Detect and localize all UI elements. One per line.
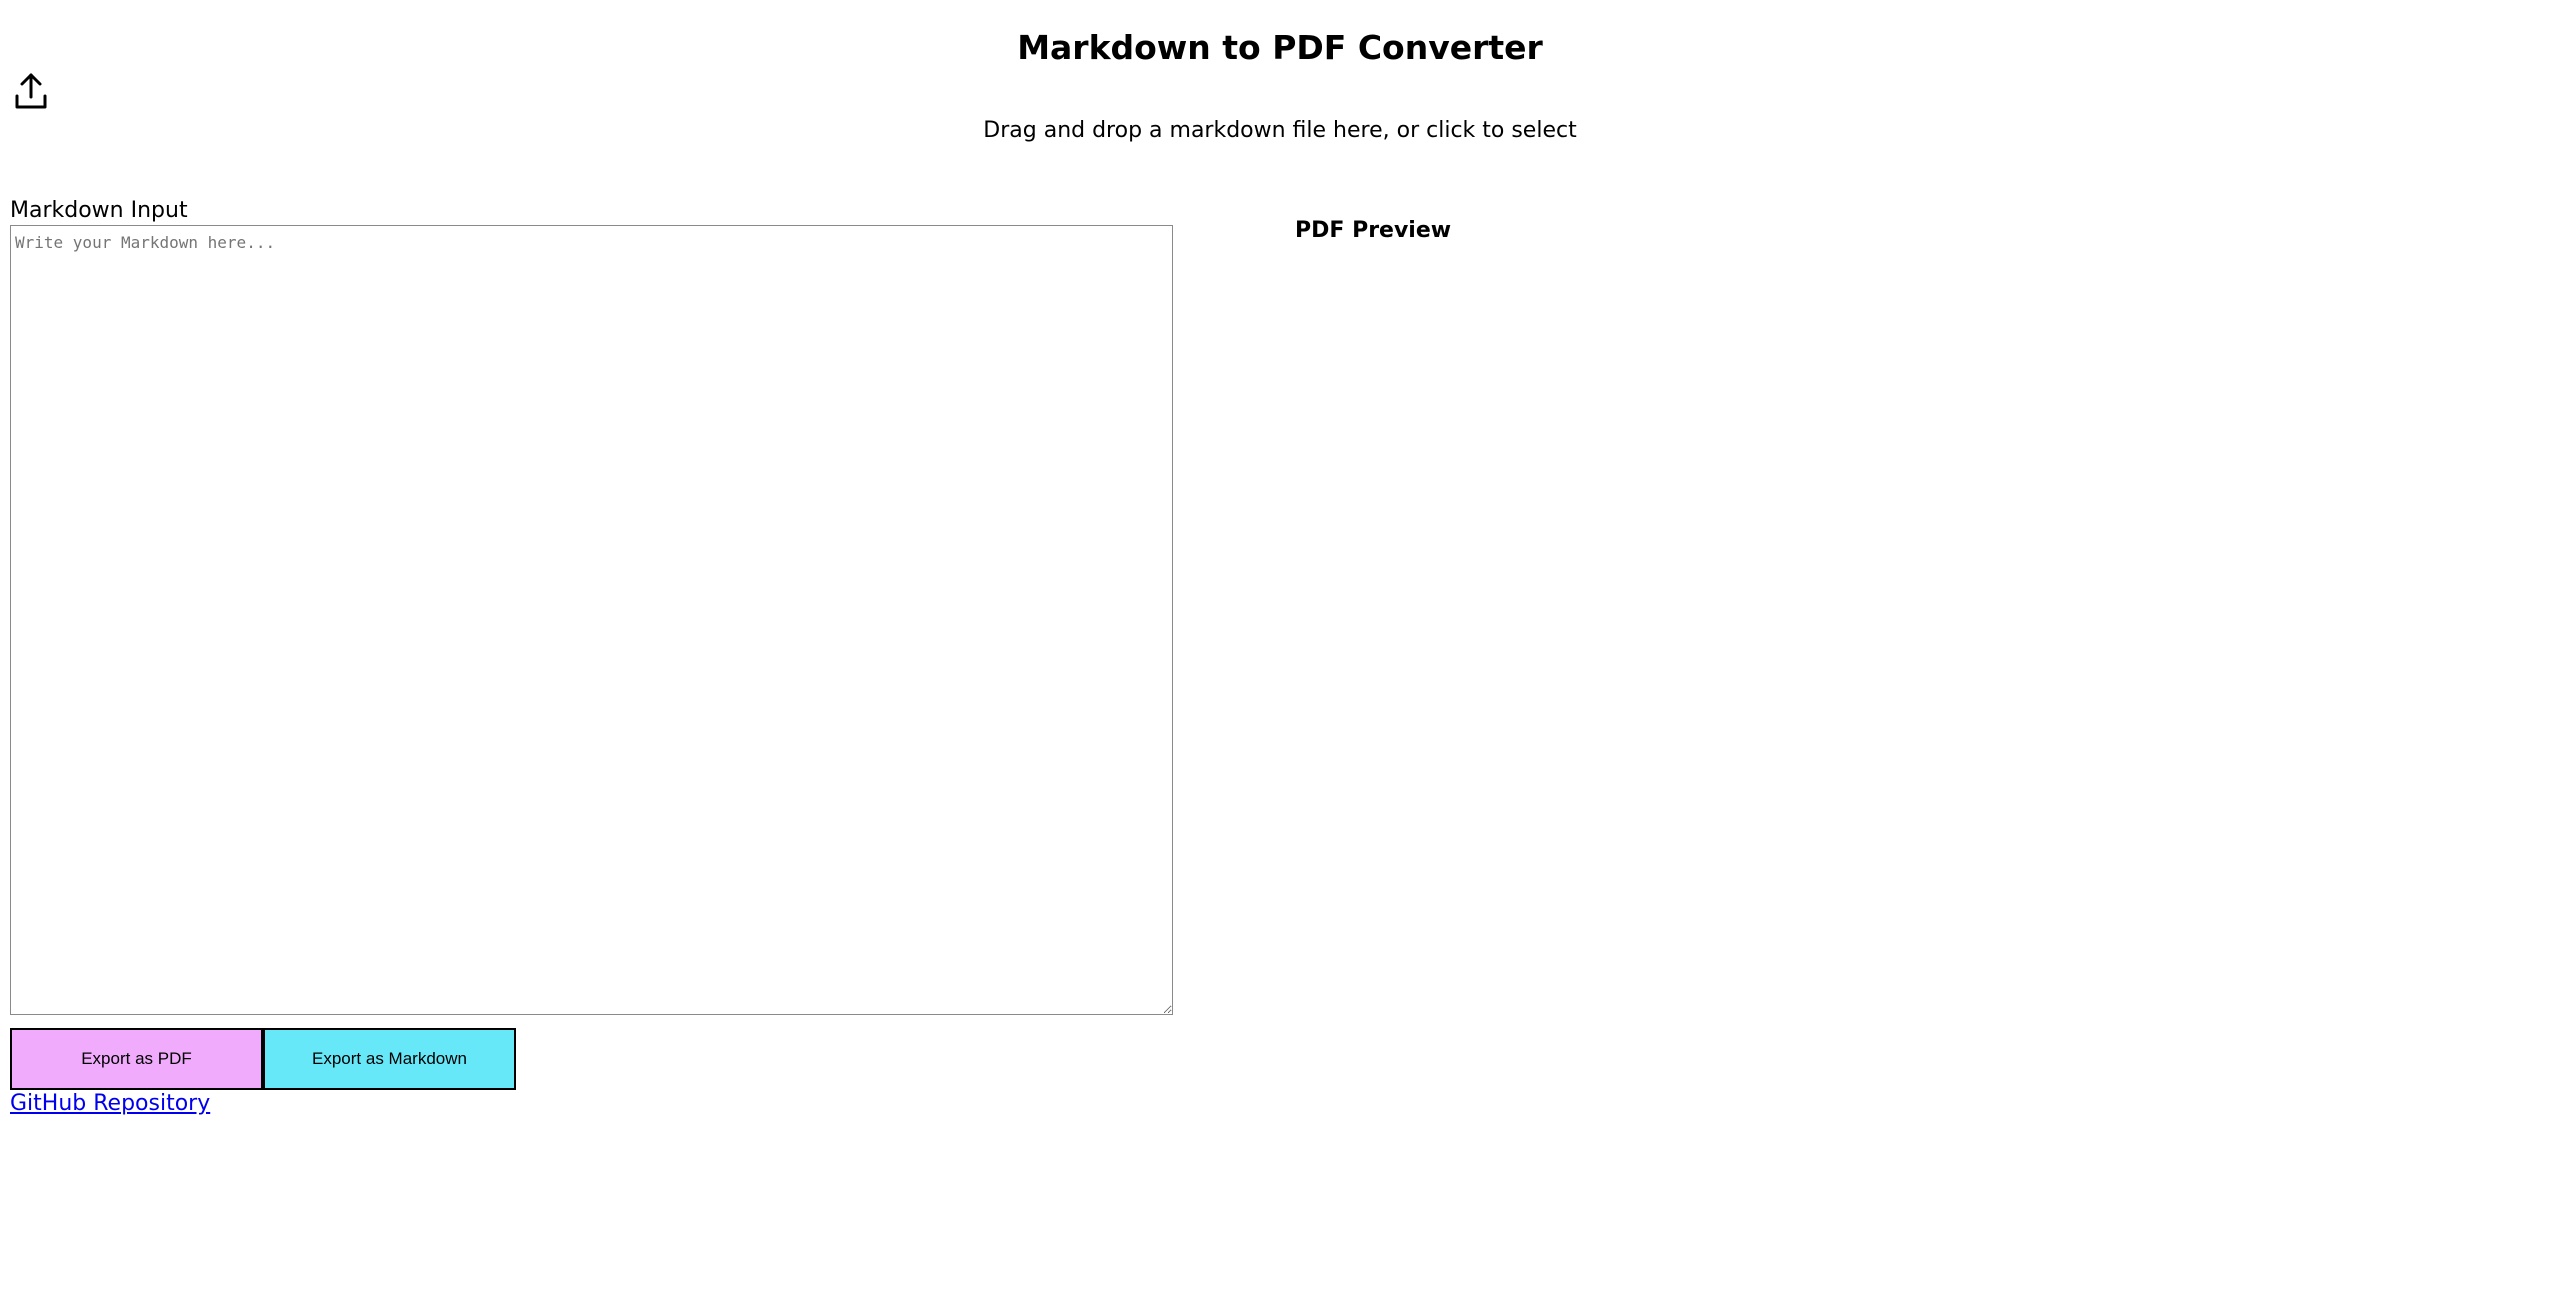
github-repository-link[interactable]: GitHub Repository [10,1089,210,1119]
markdown-input[interactable] [10,225,1173,1015]
dropzone-hint[interactable]: Drag and drop a markdown file here, or c… [0,116,2560,146]
markdown-input-label: Markdown Input [10,198,188,223]
export-markdown-button[interactable]: Export as Markdown [263,1028,516,1090]
pdf-preview-title: PDF Preview [1295,218,1452,243]
upload-icon[interactable] [14,72,48,110]
page-title: Markdown to PDF Converter [1017,28,1543,67]
export-pdf-button[interactable]: Export as PDF [10,1028,263,1090]
